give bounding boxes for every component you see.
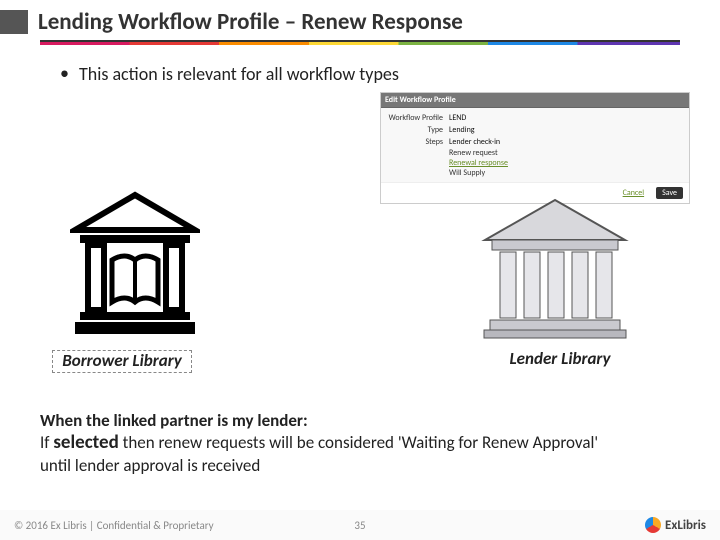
explanation-text: When the linked partner is my lender: If… (40, 410, 680, 476)
bullet-dot-icon: • (60, 63, 69, 85)
slide: Lending Workflow Profile – Renew Respons… (0, 0, 720, 540)
slide-title: Lending Workflow Profile – Renew Respons… (38, 8, 463, 36)
brand-logo: ExLibris (645, 517, 706, 533)
field-label-type: Type (387, 125, 443, 135)
borrower-caption: Borrower Library (52, 350, 192, 373)
field-label-steps: Steps (387, 137, 443, 147)
field-value-step0: Lender check-in (449, 137, 500, 147)
bullet-item: • This action is relevant for all workfl… (60, 63, 680, 85)
bullet-text: This action is relevant for all workflow… (79, 63, 399, 85)
field-label-name: Workflow Profile (387, 113, 443, 123)
workflow-profile-panel: Edit Workflow Profile Workflow Profile L… (380, 92, 690, 204)
panel-header: Edit Workflow Profile (381, 93, 689, 108)
lender-library-icon (480, 190, 630, 345)
panel-body: Workflow Profile LEND Type Lending Steps… (381, 108, 689, 182)
field-value-name: LEND (449, 113, 466, 123)
logo-mark-icon (645, 517, 661, 533)
copyright: © 2016 Ex Libris | Confidential & Propri… (14, 519, 214, 532)
body: • This action is relevant for all workfl… (0, 45, 720, 85)
step-item: Will Supply (449, 168, 683, 178)
explain-line3: until lender approval is received (40, 455, 680, 476)
title-accent-block (0, 10, 28, 34)
borrower-library-icon (70, 190, 200, 345)
explain-l2c: then renew requests will be considered '… (119, 432, 598, 453)
brand-name: ExLibris (665, 518, 706, 533)
explain-line1: When the linked partner is my lender: (40, 410, 680, 431)
slide-number: 35 (354, 519, 365, 532)
step-item: Renew request (449, 148, 683, 158)
lender-caption: Lender Library (500, 350, 620, 369)
title-bar: Lending Workflow Profile – Renew Respons… (0, 0, 720, 38)
explain-l2b: selected (53, 431, 118, 454)
step-item-selected: Renewal response (449, 158, 683, 168)
explain-line2: If selected then renew requests will be … (40, 431, 680, 455)
steps-list: Renew request Renewal response Will Supp… (449, 148, 683, 178)
illustration-row: Borrower Library Lender Library (0, 190, 720, 400)
explain-l2a: If (40, 432, 53, 453)
field-value-type: Lending (449, 125, 475, 135)
